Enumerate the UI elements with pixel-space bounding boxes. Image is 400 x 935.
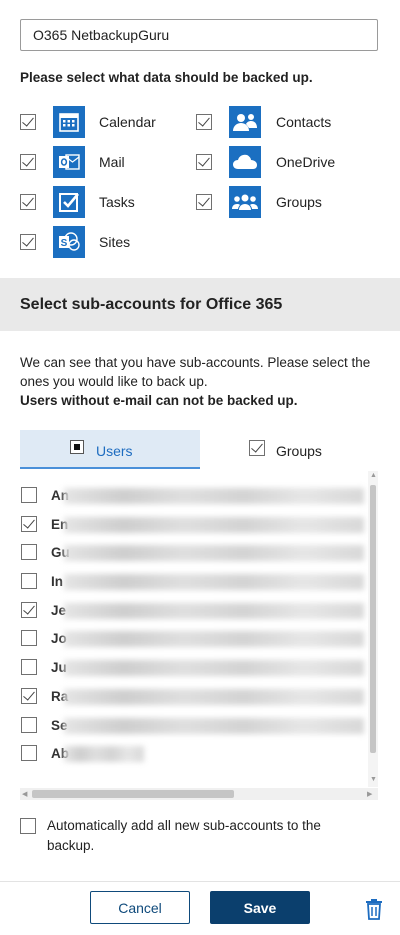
onedrive-checkbox[interactable] <box>196 154 212 170</box>
user-checkbox[interactable] <box>21 487 37 503</box>
vertical-scrollbar[interactable]: ▲ ▼ <box>368 471 378 787</box>
tasks-icon <box>53 186 85 218</box>
user-checkbox[interactable] <box>21 516 37 532</box>
scroll-up-icon[interactable]: ▲ <box>370 472 377 479</box>
calendar-label: Calendar <box>99 114 156 130</box>
account-type-tabs: Users Groups <box>20 430 380 469</box>
list-item[interactable]: Gu <box>20 538 365 566</box>
groups-checkbox[interactable] <box>196 194 212 210</box>
users-tab-checkbox[interactable] <box>70 440 84 454</box>
tab-users-label: Users <box>96 443 133 459</box>
list-item[interactable]: An <box>20 481 365 509</box>
note-text: We can see that you have sub-accounts. P… <box>20 355 371 389</box>
contacts-icon <box>229 106 261 138</box>
backup-data-prompt: Please select what data should be backed… <box>20 70 313 85</box>
groups-label: Groups <box>276 194 322 210</box>
sub-accounts-note: We can see that you have sub-accounts. P… <box>20 353 382 410</box>
mail-label: Mail <box>99 154 125 170</box>
section-title: Select sub-accounts for Office 365 <box>20 296 283 313</box>
list-item[interactable]: Ju <box>20 653 365 681</box>
list-item[interactable]: Se <box>20 711 365 739</box>
tab-groups-label: Groups <box>276 443 322 459</box>
auto-add-label: Automatically add all new sub-accounts t… <box>47 818 321 853</box>
redacted-text <box>64 517 364 533</box>
tab-users[interactable]: Users <box>20 430 200 469</box>
tasks-checkbox[interactable] <box>20 194 36 210</box>
note-warning: Users without e-mail can not be backed u… <box>20 393 298 408</box>
user-checkbox[interactable] <box>21 602 37 618</box>
redacted-text <box>64 574 364 590</box>
redacted-text <box>64 746 144 762</box>
svg-text:S: S <box>61 238 68 249</box>
redacted-text <box>64 545 364 561</box>
user-checkbox[interactable] <box>21 745 37 761</box>
mail-icon <box>53 146 85 178</box>
groups-icon <box>229 186 261 218</box>
user-checkbox[interactable] <box>21 659 37 675</box>
redacted-text <box>64 488 364 504</box>
user-checkbox[interactable] <box>21 688 37 704</box>
user-checkbox[interactable] <box>21 573 37 589</box>
sites-label: Sites <box>99 234 131 250</box>
redacted-text <box>64 718 364 734</box>
user-list: An En Gu In Je Jo Ju Ra Se Ab <box>20 471 378 791</box>
list-item[interactable]: En <box>20 510 365 538</box>
tab-groups[interactable]: Groups <box>200 430 380 469</box>
redacted-text <box>64 603 364 619</box>
redacted-text <box>64 689 364 705</box>
sites-checkbox[interactable] <box>20 234 36 250</box>
contacts-label: Contacts <box>276 114 332 130</box>
calendar-icon <box>53 106 85 138</box>
list-item[interactable]: In <box>20 567 365 595</box>
trash-icon[interactable] <box>364 898 384 920</box>
sites-icon: S <box>53 226 85 258</box>
list-item[interactable]: Je <box>20 596 365 624</box>
list-item[interactable]: Ra <box>20 682 365 710</box>
scroll-right-icon[interactable]: ▶ <box>367 790 372 798</box>
horizontal-scrollbar[interactable]: ◀ ▶ <box>20 788 378 800</box>
scroll-down-icon[interactable]: ▼ <box>370 776 377 783</box>
user-name: In <box>51 574 63 589</box>
user-checkbox[interactable] <box>21 544 37 560</box>
vertical-scroll-thumb[interactable] <box>370 485 376 753</box>
onedrive-label: OneDrive <box>276 154 336 170</box>
redacted-text <box>64 660 364 676</box>
groups-tab-checkbox[interactable] <box>249 440 265 456</box>
user-checkbox[interactable] <box>21 717 37 733</box>
cancel-button[interactable]: Cancel <box>90 891 190 924</box>
user-checkbox[interactable] <box>21 630 37 646</box>
onedrive-icon <box>229 146 261 178</box>
horizontal-scroll-thumb[interactable] <box>32 790 234 798</box>
tasks-label: Tasks <box>99 194 135 210</box>
calendar-checkbox[interactable] <box>20 114 36 130</box>
save-button[interactable]: Save <box>210 891 310 924</box>
scroll-left-icon[interactable]: ◀ <box>22 790 27 798</box>
auto-add-checkbox[interactable] <box>20 818 36 834</box>
account-name-input[interactable]: O365 NetbackupGuru <box>20 19 378 51</box>
redacted-text <box>64 631 364 647</box>
list-item[interactable]: Ab <box>20 739 365 767</box>
mail-checkbox[interactable] <box>20 154 36 170</box>
footer-divider <box>0 881 400 882</box>
contacts-checkbox[interactable] <box>196 114 212 130</box>
list-item[interactable]: Jo <box>20 624 365 652</box>
